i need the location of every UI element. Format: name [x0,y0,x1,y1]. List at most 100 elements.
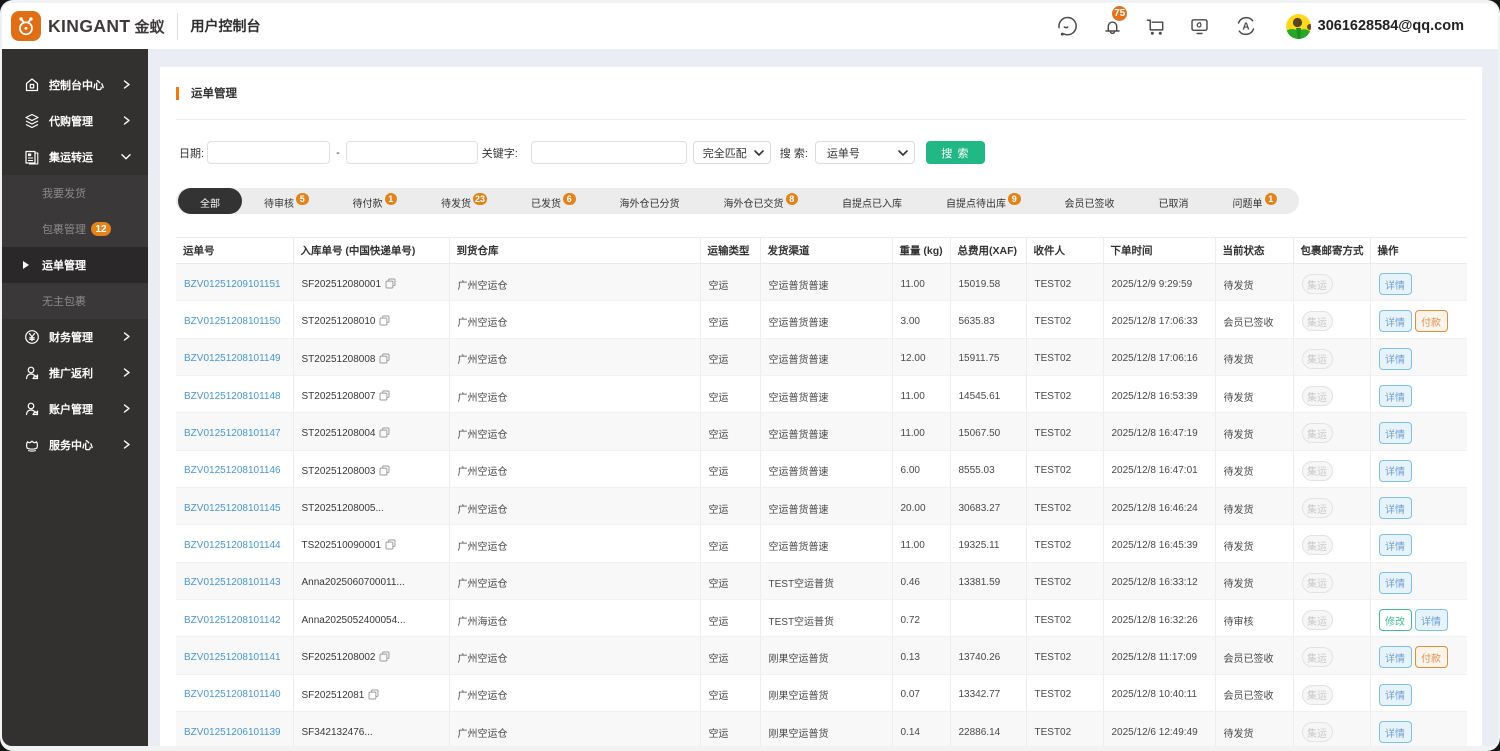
tab-0[interactable]: 全部 [178,188,242,214]
waybill-link[interactable]: BZV01251208101140 [184,689,281,700]
waybill-link[interactable]: BZV01251208101144 [184,540,281,551]
tab-1[interactable]: 待审核5 [242,188,331,214]
copy-icon[interactable] [379,315,390,326]
tab-8[interactable]: 自提点待出库9 [924,188,1043,214]
cell-receiver: TEST02 [1026,301,1103,338]
tab-3[interactable]: 待发货23 [419,188,509,214]
consolidation-button[interactable]: 集运 [1302,610,1333,630]
tab-11[interactable]: 问题单1 [1211,188,1300,214]
sidebar-subitem-1[interactable]: 包裹管理12 [2,211,148,247]
tab-10[interactable]: 已取消 [1137,188,1211,214]
detail-button[interactable]: 详情 [1379,572,1412,594]
match-mode-select[interactable]: 完全匹配 [693,141,771,164]
waybill-link[interactable]: BZV01251208101150 [184,316,281,327]
copy-icon[interactable] [379,465,390,476]
consolidation-button[interactable]: 集运 [1302,311,1333,331]
waybill-link[interactable]: BZV01251206101139 [184,727,281,738]
waybill-link[interactable]: BZV01251208101143 [184,577,281,588]
waybill-link[interactable]: BZV01251208101141 [184,652,281,663]
waybill-link[interactable]: BZV01251209101151 [184,279,281,290]
sidebar-item-1[interactable]: 代购管理 [2,103,148,139]
tab-6[interactable]: 海外仓已交货8 [702,188,821,214]
sidebar-item-5[interactable]: 账户管理 [2,391,148,427]
consolidation-button[interactable]: 集运 [1302,461,1333,481]
search-field-select[interactable]: 运单号 [815,141,915,164]
search-button[interactable]: 搜 索 [926,141,985,164]
sidebar-subitem-0[interactable]: 我要发货 [2,175,148,211]
tab-label: 已发货 [531,195,561,210]
sidebar-item-0[interactable]: 控制台中心 [2,67,148,103]
table-row: BZV01251206101139SF342132476...广州空运仓空运刚果… [176,711,1467,746]
detail-button[interactable]: 详情 [1379,460,1412,482]
consolidation-button[interactable]: 集运 [1302,685,1333,705]
tab-4[interactable]: 已发货6 [509,188,598,214]
consolidation-button[interactable]: 集运 [1302,274,1333,294]
notifications-icon[interactable]: 75 [1101,14,1125,38]
consolidation-button[interactable]: 集运 [1302,349,1333,369]
tab-2[interactable]: 待付款1 [331,188,420,214]
consolidation-button[interactable]: 集运 [1302,647,1333,667]
detail-button[interactable]: 详情 [1379,497,1412,519]
sidebar-subitem-3[interactable]: 无主包裹 [2,283,148,319]
language-icon[interactable]: A [1234,14,1258,38]
detail-button[interactable]: 详情 [1379,310,1412,332]
date-to-input[interactable] [346,141,478,164]
consolidation-button[interactable]: 集运 [1302,386,1333,406]
waybill-link[interactable]: BZV01251208101145 [184,503,281,514]
sidebar-item-3[interactable]: 财务管理 [2,319,148,355]
detail-button[interactable]: 详情 [1379,684,1412,706]
sidebar-item-2[interactable]: 集运转运 [2,139,148,175]
user-email[interactable]: 3061628584@qq.com [1318,18,1464,34]
pay-button[interactable]: 付款 [1415,646,1448,668]
cell-time: 2025/12/8 16:45:39 [1103,525,1215,562]
detail-button[interactable]: 详情 [1379,646,1412,668]
sidebar-item-6[interactable]: 服务中心 [2,427,148,463]
tab-5[interactable]: 海外仓已分货 [598,188,702,214]
tab-label: 已取消 [1159,195,1189,210]
detail-button[interactable]: 详情 [1379,422,1412,444]
copy-icon[interactable] [379,651,390,662]
edit-button[interactable]: 修改 [1379,609,1412,631]
active-pointer-icon [23,261,29,269]
tab-7[interactable]: 自提点已入库 [820,188,924,214]
copy-icon[interactable] [385,278,396,289]
consolidation-button[interactable]: 集运 [1302,423,1333,443]
detail-button[interactable]: 详情 [1379,385,1412,407]
waybill-link[interactable]: BZV01251208101149 [184,353,281,364]
waybill-link[interactable]: BZV01251208101142 [184,615,281,626]
waybill-link[interactable]: BZV01251208101148 [184,391,281,402]
copy-icon[interactable] [379,427,390,438]
avatar[interactable] [1286,14,1311,39]
consolidation-button[interactable]: 集运 [1302,498,1333,518]
detail-button[interactable]: 详情 [1379,721,1412,743]
tab-9[interactable]: 会员已签收 [1043,188,1137,214]
sidebar-item-label: 代购管理 [49,113,93,129]
detail-button[interactable]: 详情 [1415,609,1448,631]
brand[interactable]: KINGANT 金蚁 用户控制台 [2,11,261,41]
waybill-link[interactable]: BZV01251208101147 [184,428,281,439]
customer-service-icon[interactable] [1055,14,1079,38]
sidebar-item-4[interactable]: 推广返利 [2,355,148,391]
copy-icon[interactable] [379,390,390,401]
tab-label: 待付款 [353,195,383,210]
consolidation-button[interactable]: 集运 [1302,722,1333,742]
pay-button[interactable]: 付款 [1415,310,1448,332]
detail-button[interactable]: 详情 [1379,534,1412,556]
sidebar-subitem-2[interactable]: 运单管理 [2,247,148,283]
consolidation-button[interactable]: 集运 [1302,535,1333,555]
consolidation-button[interactable]: 集运 [1302,573,1333,593]
copy-icon[interactable] [379,353,390,364]
table-row: BZV01251208101150ST20251208010广州空运仓空运空运普… [176,301,1467,338]
table-row: BZV01251208101144TS202510090001广州空运仓空运空运… [176,525,1467,562]
cart-icon[interactable] [1144,14,1168,38]
date-from-input[interactable] [207,141,330,164]
workbench-icon[interactable] [1188,14,1212,38]
copy-icon[interactable] [368,689,379,700]
search-field-value: 运单号 [816,145,860,161]
keyword-input[interactable] [531,141,687,164]
detail-button[interactable]: 详情 [1379,273,1412,295]
copy-icon[interactable] [385,539,396,550]
cell-receiver: TEST02 [1026,637,1103,674]
waybill-link[interactable]: BZV01251208101146 [184,465,281,476]
detail-button[interactable]: 详情 [1379,348,1412,370]
